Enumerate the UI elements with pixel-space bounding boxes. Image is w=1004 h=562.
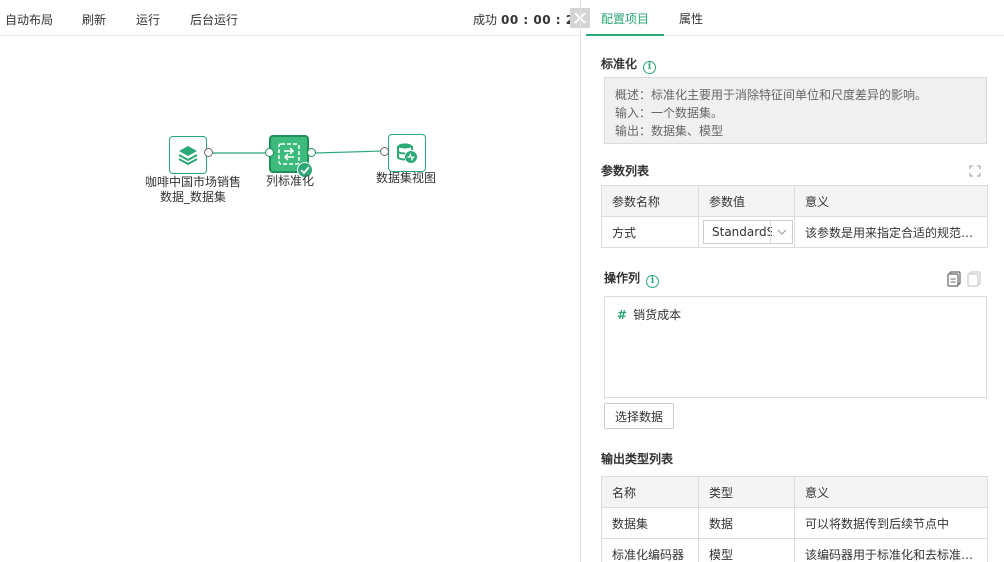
standardize-title: 标准化 i [601,55,657,74]
input-port[interactable] [265,148,274,157]
paste-icon[interactable] [947,271,961,287]
auto-layout-button[interactable]: 自动布局 [5,11,53,28]
method-select-value: StandardScaler [712,225,772,239]
description-output: 输出：数据集、模型 [615,124,724,138]
opcol-title: 操作列 i [604,269,660,288]
param-name: 方式 [601,216,699,248]
operation-columns-box[interactable]: # 销货成本 [604,296,987,398]
table-header-row: 名称 类型 意义 [601,476,988,508]
output-port[interactable] [307,148,316,157]
canvas-toolbar: 自动布局 刷新 运行 后台运行 成功 00 : 00 : 21 [0,0,583,36]
description-overview: 概述：标准化主要用于消除特征间单位和尺度差异的影响。 [615,88,928,102]
column-header: 参数值 [698,185,795,217]
column-header: 意义 [794,185,988,217]
info-icon[interactable]: i [643,61,657,74]
refresh-button[interactable]: 刷新 [82,11,106,28]
param-meaning: 该参数是用来指定合适的规范化方法 [794,216,988,248]
table-row: 方式 StandardScaler 该参数是用来指定合适的规范化方法 [601,216,988,248]
output-meaning: 可以将数据传到后续节点中 [794,507,988,539]
expand-icon[interactable] [969,165,981,177]
status-label: 成功 [473,13,498,27]
list-item[interactable]: # 销货成本 [617,306,681,323]
output-port[interactable] [204,148,213,157]
column-header: 参数名称 [601,185,699,217]
dataset-node[interactable] [169,136,207,174]
output-name: 数据集 [601,507,699,539]
method-select[interactable]: StandardScaler [703,220,793,244]
numeric-field-icon: # [617,308,628,322]
dataset-node-label: 咖啡中国市场销售 数据_数据集 [144,175,241,204]
tab-config[interactable]: 配置项目 [586,0,665,36]
dataset-view-label: 数据集视图 [375,171,436,185]
tab-properties[interactable]: 属性 [664,0,718,36]
column-header: 类型 [698,476,795,508]
dataset-view-node[interactable] [388,134,426,172]
info-icon[interactable]: i [646,275,660,288]
params-table: 参数名称 参数值 意义 方式 StandardScaler 该参数是用来指定合适… [601,185,988,248]
run-status: 成功 00 : 00 : 21 [473,11,583,28]
output-types-title: 输出类型列表 [601,452,674,466]
output-type: 数据 [698,507,795,539]
params-title: 参数列表 [601,164,650,178]
table-header-row: 参数名称 参数值 意义 [601,185,988,217]
column-header: 意义 [794,476,988,508]
description-input: 输入：一个数据集。 [615,106,724,120]
chevron-down-icon [770,221,792,243]
database-view-icon [397,143,417,163]
table-row: 数据集 数据 可以将数据传到后续节点中 [601,507,988,539]
output-type: 模型 [698,538,795,562]
output-meaning: 该编码器用于标准化和去标准化处理 [794,538,988,562]
background-run-button[interactable]: 后台运行 [190,11,238,28]
description-box: 概述：标准化主要用于消除特征间单位和尺度差异的影响。 输入：一个数据集。 输出：… [604,77,987,144]
panel-divider[interactable] [580,0,581,562]
panel-tabs: 配置项目 属性 [586,0,1004,36]
copy-icon[interactable] [967,271,981,287]
output-name: 标准化编码器 [601,538,699,562]
layers-icon [178,146,198,166]
output-types-table: 名称 类型 意义 数据集 数据 可以将数据传到后续节点中 标准化编码器 模型 该… [601,476,988,562]
table-row: 标准化编码器 模型 该编码器用于标准化和去标准化处理 [601,538,988,562]
input-port[interactable] [380,147,389,156]
run-button[interactable]: 运行 [136,11,160,28]
select-data-button[interactable]: 选择数据 [604,403,674,429]
column-standardize-label: 列标准化 [265,174,314,188]
workflow-canvas[interactable]: 咖啡中国市场销售 数据_数据集 列标准化 数据集视图 [0,37,580,562]
column-header: 名称 [601,476,699,508]
